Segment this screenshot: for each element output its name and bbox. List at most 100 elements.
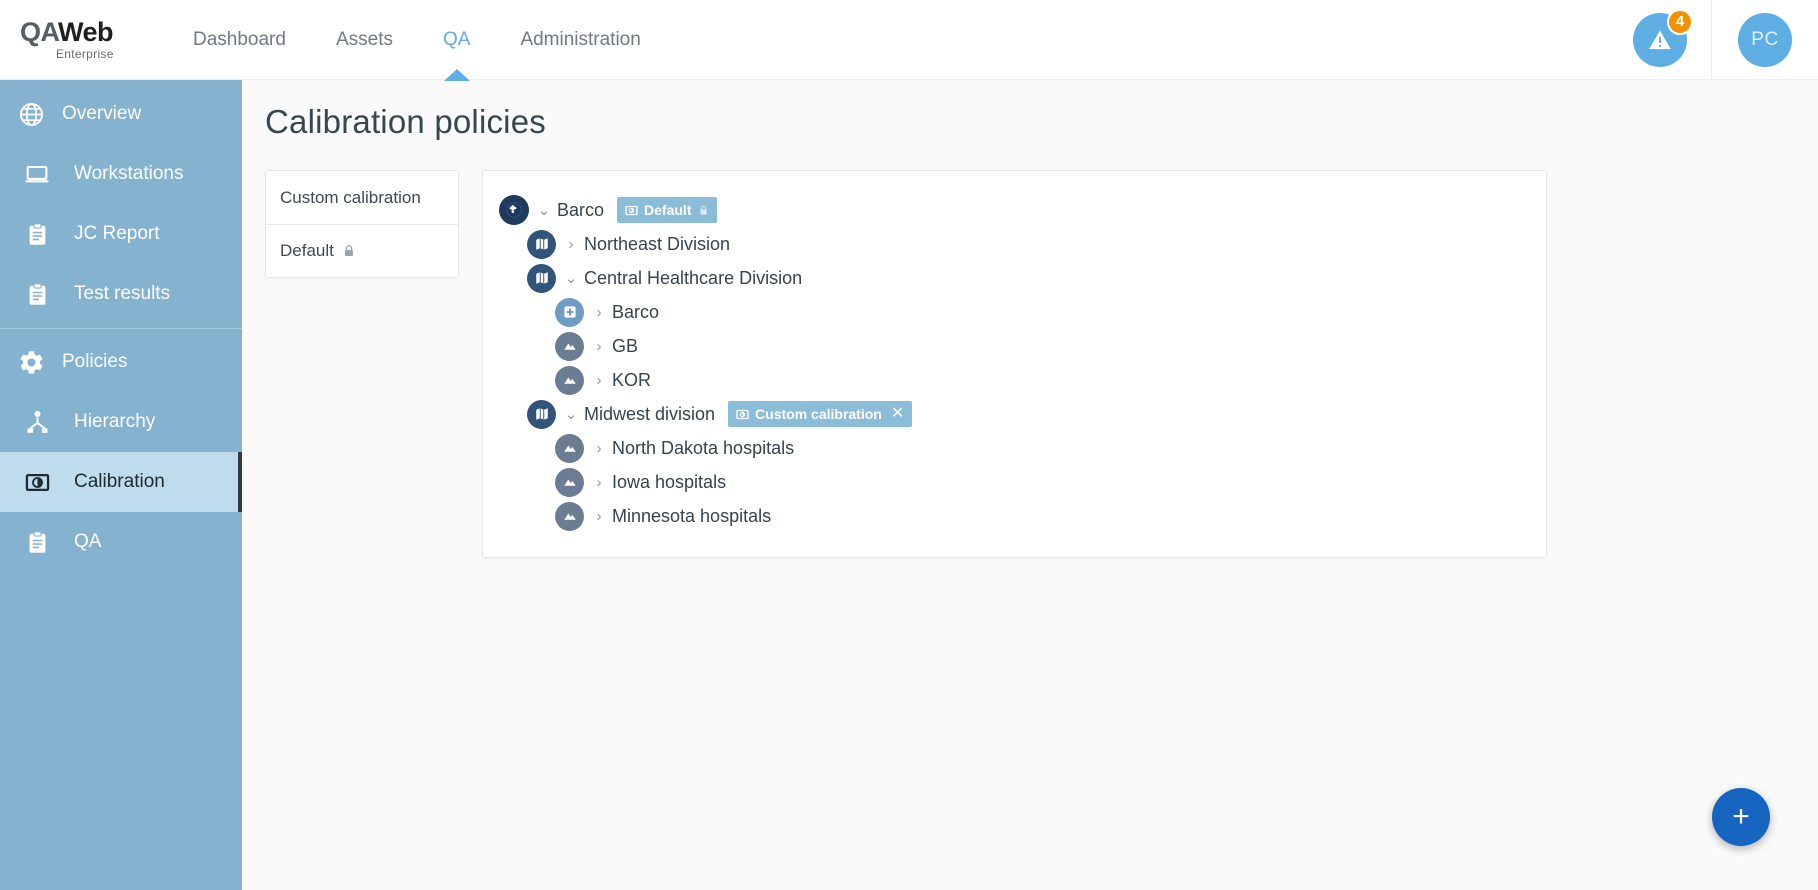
nav-item-assets[interactable]: Assets [311,0,418,80]
sidebar-item-label: Overview [62,103,142,124]
sidebar-item-label: Hierarchy [74,411,156,432]
policy-item-label: Custom calibration [280,187,421,207]
close-icon[interactable]: ✕ [891,406,904,422]
sidebar-item-test-results[interactable]: Test results [0,264,242,324]
tree-node-barco-root[interactable]: ⌄ Barco Default [483,193,1546,227]
policy-list: Custom calibration Default [265,170,459,278]
lock-icon [698,205,709,216]
chevron-right-icon[interactable]: › [586,508,612,525]
sidebar-item-label: Policies [62,351,128,372]
tree-node-northeast-division[interactable]: › Northeast Division [483,227,1546,261]
site-node-icon [555,433,584,463]
policy-badge-custom-calibration[interactable]: Custom calibration ✕ [728,401,913,427]
sidebar-item-label: QA [74,531,102,552]
map-node-icon [527,229,556,259]
sidebar: Overview Workstations JC Report Test res… [0,80,242,890]
tree-node-label: Central Healthcare Division [584,267,803,288]
site-node-icon [555,331,584,361]
map-node-icon [527,263,556,293]
hierarchy-icon [0,409,74,436]
sidebar-item-policies[interactable]: Policies [0,332,242,392]
sidebar-item-workstations[interactable]: Workstations [0,144,242,204]
tree-node-gb[interactable]: › GB [483,329,1546,363]
sidebar-item-label: Test results [74,283,171,304]
map-node-icon [527,399,556,429]
add-policy-button[interactable]: + [1712,788,1770,846]
tree-node-label: North Dakota hospitals [612,437,795,458]
chevron-right-icon[interactable]: › [586,474,612,491]
lock-icon [342,244,356,258]
sidebar-item-hierarchy[interactable]: Hierarchy [0,392,242,452]
sidebar-divider [0,328,242,329]
alert-count-badge: 4 [1667,8,1693,35]
logo-text-qa: QA [20,16,59,47]
chevron-right-icon[interactable]: › [586,304,612,321]
policy-badge-default[interactable]: Default [617,197,718,223]
calibration-badge-icon [625,204,638,217]
nav-item-dashboard[interactable]: Dashboard [168,0,311,80]
globe-node-icon [499,195,529,225]
policy-list-item-custom-calibration[interactable]: Custom calibration [266,171,458,224]
main-content: Calibration policies Custom calibration … [242,80,1818,890]
logo-text-web: Web [58,16,114,47]
site-node-icon [555,501,584,531]
sidebar-item-label: Workstations [74,163,184,184]
chevron-down-icon[interactable]: ⌄ [558,269,584,287]
tree-node-label: Barco [557,199,605,220]
tree-node-label: Minnesota hospitals [612,505,772,526]
sidebar-item-jc-report[interactable]: JC Report [0,204,242,264]
clipboard-icon [0,222,74,247]
nav-item-administration[interactable]: Administration [495,0,665,80]
tree-node-kor[interactable]: › KOR [483,363,1546,397]
tree-node-minnesota-hospitals[interactable]: › Minnesota hospitals [483,499,1546,533]
policy-list-item-default[interactable]: Default [266,224,458,277]
calibration-badge-icon [736,408,749,421]
chevron-down-icon[interactable]: ⌄ [531,201,557,219]
top-bar-divider [1711,0,1712,80]
hospital-node-icon [555,297,584,327]
site-node-icon [555,467,584,497]
page-title: Calibration policies [265,103,546,140]
content-row: Custom calibration Default ⌄ Barco Defau… [265,170,1818,558]
logo-text: QAWeb [20,16,114,47]
sidebar-item-calibration[interactable]: Calibration [0,452,242,512]
tree-node-label: Iowa hospitals [612,471,727,492]
laptop-icon [0,160,74,188]
sidebar-item-qa[interactable]: QA [0,512,242,572]
top-bar: QAWeb Enterprise Dashboard Assets QA Adm… [0,0,1818,80]
tree-node-label: Barco [612,301,660,322]
chevron-right-icon[interactable]: › [586,372,612,389]
badge-label: Default [644,202,692,218]
logo-subtitle: Enterprise [56,46,114,61]
nav-item-qa[interactable]: QA [418,0,495,80]
sidebar-item-label: Calibration [74,471,165,492]
hierarchy-tree: ⌄ Barco Default › Northeast Division ⌄ C… [482,170,1547,558]
tree-node-midwest-division[interactable]: ⌄ Midwest division Custom calibration ✕ [483,397,1546,431]
tree-node-label: GB [612,335,639,356]
sidebar-item-overview[interactable]: Overview [0,84,242,144]
top-bar-right: 4 PC [1633,0,1818,80]
tree-node-label: Midwest division [584,403,716,424]
plus-icon: + [1732,800,1750,833]
sidebar-item-label: JC Report [74,223,160,244]
tree-node-barco-hospital[interactable]: › Barco [483,295,1546,329]
alerts-button[interactable]: 4 [1633,8,1693,67]
globe-icon [0,101,62,128]
tree-node-iowa-hospitals[interactable]: › Iowa hospitals [483,465,1546,499]
app-logo[interactable]: QAWeb Enterprise [0,16,160,61]
chevron-right-icon[interactable]: › [558,236,584,253]
calibration-icon [0,469,74,496]
tree-node-north-dakota-hospitals[interactable]: › North Dakota hospitals [483,431,1546,465]
chevron-right-icon[interactable]: › [586,338,612,355]
chevron-down-icon[interactable]: ⌄ [558,405,584,423]
avatar[interactable]: PC [1738,12,1792,67]
clipboard-icon [0,530,74,555]
policy-item-label: Default [280,241,334,260]
gear-icon [0,349,62,376]
tree-node-central-healthcare-division[interactable]: ⌄ Central Healthcare Division [483,261,1546,295]
chevron-right-icon[interactable]: › [586,440,612,457]
tree-node-label: Northeast Division [584,233,731,254]
site-node-icon [555,365,584,395]
badge-label: Custom calibration [755,406,882,422]
tree-node-label: KOR [612,369,652,390]
